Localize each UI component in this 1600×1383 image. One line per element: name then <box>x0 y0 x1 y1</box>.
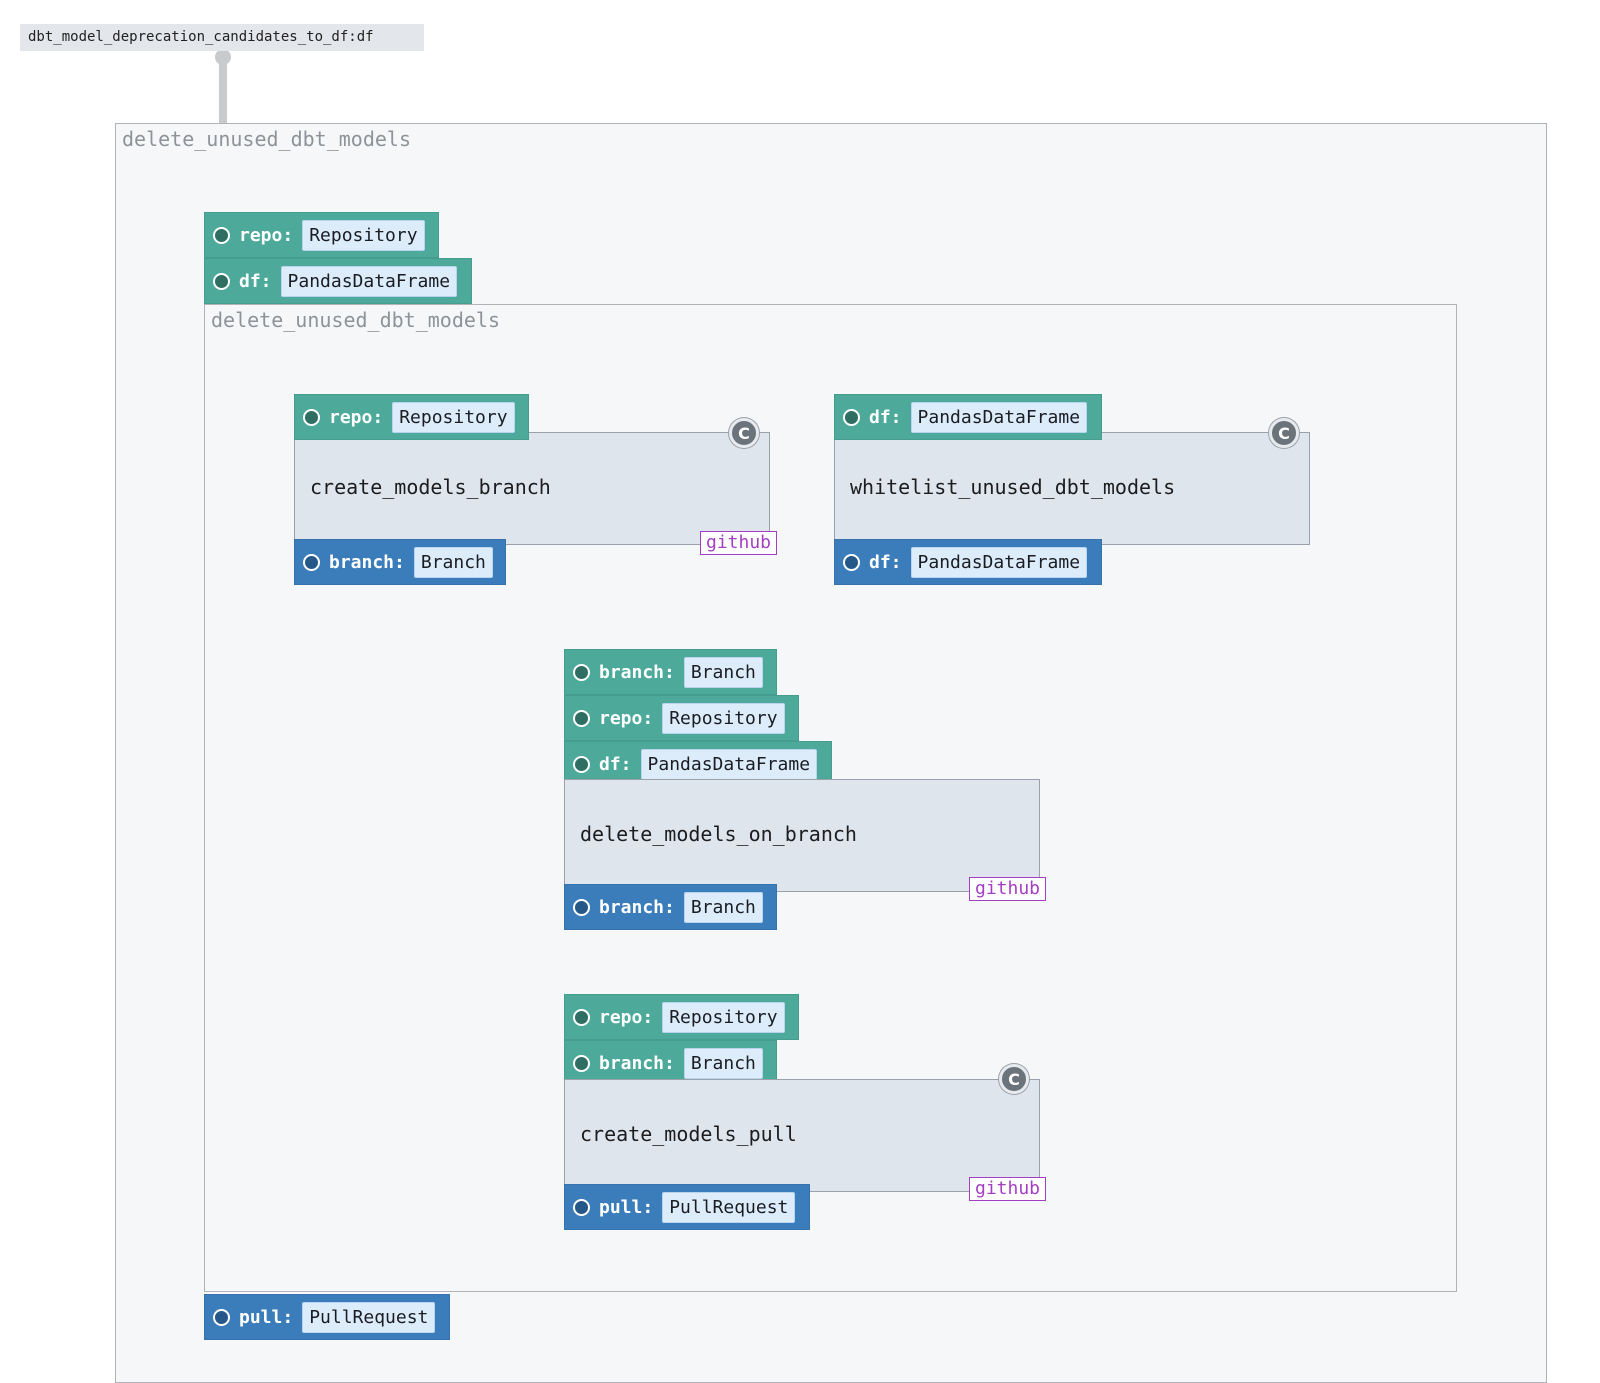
composite-c-icon[interactable]: C <box>999 1064 1029 1094</box>
op-delete-models-on-branch[interactable]: delete_models_on_branch <box>564 779 1040 892</box>
port-type: Branch <box>683 891 763 923</box>
op-name: create_models_pull <box>580 1122 797 1146</box>
whitelist-output-df[interactable]: df: PandasDataFrame <box>834 539 1102 585</box>
github-tag[interactable]: github <box>969 1177 1047 1201</box>
port-type: Branch <box>413 546 493 578</box>
port-name: df: <box>869 406 902 428</box>
circle-icon <box>213 272 230 290</box>
op-whitelist-unused-dbt-models[interactable]: whitelist_unused_dbt_models <box>834 432 1310 545</box>
port-name: repo: <box>239 224 294 246</box>
source-port-dot <box>215 49 231 65</box>
port-name: df: <box>239 270 272 292</box>
port-type: Branch <box>683 656 763 688</box>
circle-icon <box>573 755 590 773</box>
delete-input-repo[interactable]: repo: Repository <box>564 695 799 741</box>
outer-input-repo[interactable]: repo: Repository <box>204 212 439 258</box>
create-pull-input-repo[interactable]: repo: Repository <box>564 994 799 1040</box>
delete-input-branch[interactable]: branch: Branch <box>564 649 777 695</box>
circle-icon <box>573 898 590 916</box>
port-name: df: <box>869 551 902 573</box>
port-type: Repository <box>392 401 515 433</box>
github-tag[interactable]: github <box>700 531 778 555</box>
delete-output-branch[interactable]: branch: Branch <box>564 884 777 930</box>
inner-group-title: delete_unused_dbt_models <box>211 308 500 332</box>
op-name: create_models_branch <box>310 475 551 499</box>
op-create-models-branch[interactable]: create_models_branch <box>294 432 770 545</box>
port-type: Repository <box>662 1001 785 1033</box>
port-name: pull: <box>599 1196 654 1218</box>
port-type: PandasDataFrame <box>910 401 1088 433</box>
port-type: PullRequest <box>302 1301 436 1333</box>
circle-icon <box>573 1054 590 1072</box>
github-tag[interactable]: github <box>969 877 1047 901</box>
port-name: branch: <box>329 551 405 573</box>
port-name: repo: <box>599 707 654 729</box>
circle-icon <box>573 663 590 681</box>
create-models-branch-output-branch[interactable]: branch: Branch <box>294 539 506 585</box>
circle-icon <box>213 1308 230 1326</box>
create-models-branch-input-repo[interactable]: repo: Repository <box>294 394 529 440</box>
port-type: PandasDataFrame <box>280 265 458 297</box>
port-type: PullRequest <box>662 1191 796 1223</box>
op-name: delete_models_on_branch <box>580 822 857 846</box>
port-type: Repository <box>302 219 425 251</box>
port-name: df: <box>599 753 632 775</box>
circle-icon <box>213 226 230 244</box>
circle-icon <box>573 709 590 727</box>
port-type: Repository <box>662 702 785 734</box>
composite-c-icon[interactable]: C <box>729 418 759 448</box>
composite-c-icon[interactable]: C <box>1269 418 1299 448</box>
port-type: PandasDataFrame <box>640 748 818 780</box>
outer-output-pull[interactable]: pull: PullRequest <box>204 1294 450 1340</box>
port-name: branch: <box>599 896 675 918</box>
port-type: Branch <box>683 1047 763 1079</box>
source-output-label[interactable]: dbt_model_deprecation_candidates_to_df:d… <box>20 24 424 51</box>
circle-icon <box>843 553 860 571</box>
port-type: PandasDataFrame <box>910 546 1088 578</box>
port-name: repo: <box>329 406 384 428</box>
whitelist-input-df[interactable]: df: PandasDataFrame <box>834 394 1102 440</box>
circle-icon <box>303 553 320 571</box>
port-name: branch: <box>599 1052 675 1074</box>
circle-icon <box>573 1198 590 1216</box>
outer-input-df[interactable]: df: PandasDataFrame <box>204 258 472 304</box>
port-name: pull: <box>239 1306 294 1328</box>
circle-icon <box>303 408 320 426</box>
port-name: branch: <box>599 661 675 683</box>
circle-icon <box>843 408 860 426</box>
port-name: repo: <box>599 1006 654 1028</box>
outer-group-title: delete_unused_dbt_models <box>122 127 411 151</box>
op-create-models-pull[interactable]: create_models_pull <box>564 1079 1040 1192</box>
circle-icon <box>573 1008 590 1026</box>
create-pull-output-pull[interactable]: pull: PullRequest <box>564 1184 810 1230</box>
op-name: whitelist_unused_dbt_models <box>850 475 1176 499</box>
